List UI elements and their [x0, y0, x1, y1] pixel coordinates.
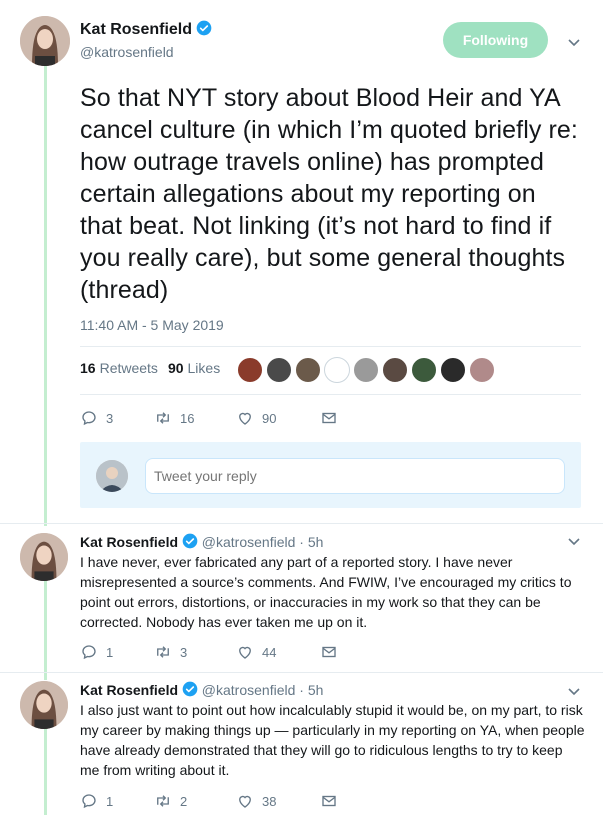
liker-avatar[interactable] [469, 357, 495, 383]
envelope-icon [322, 646, 336, 658]
retweet-count: 16 [180, 410, 195, 426]
reply-count: 3 [106, 410, 114, 426]
direct-message-action[interactable] [320, 792, 338, 810]
reply-action[interactable]: 1 [80, 643, 154, 661]
retweets-label[interactable]: Retweets [100, 360, 158, 376]
divider [0, 523, 603, 524]
reply-composer [80, 442, 581, 508]
direct-message-action[interactable] [320, 643, 338, 661]
thread-connector [44, 580, 47, 680]
liker-avatar[interactable] [324, 357, 350, 383]
verified-badge-icon [182, 533, 198, 549]
like-action[interactable]: 44 [236, 643, 320, 661]
chevron-down-icon[interactable] [566, 683, 582, 699]
tweet-text: I also just want to point out how incalc… [80, 702, 585, 778]
reply-icon [82, 645, 96, 660]
likes-count[interactable]: 90 [168, 360, 184, 376]
liker-avatar[interactable] [266, 357, 292, 383]
avatar[interactable] [20, 16, 70, 66]
likes-label[interactable]: Likes [188, 360, 221, 376]
author-name-text: Kat Rosenfield [80, 21, 193, 38]
retweets-count[interactable]: 16 [80, 360, 96, 376]
tweet-text: So that NYT story about Blood Heir and Y… [80, 84, 578, 304]
author-name[interactable]: Kat Rosenfield [80, 534, 178, 550]
liker-avatars [237, 357, 498, 383]
reply-icon [82, 411, 96, 426]
like-count: 44 [262, 644, 277, 660]
retweet-icon [157, 412, 169, 424]
author-handle[interactable]: @katrosenfield [202, 534, 296, 550]
retweet-action[interactable]: 3 [154, 643, 236, 661]
thread-connector [44, 66, 47, 526]
divider [0, 672, 603, 673]
following-button[interactable]: Following [443, 22, 548, 58]
engagement-stats: 16 Retweets 90 Likes [80, 360, 220, 376]
tweet-time[interactable]: · 5h [299, 534, 323, 550]
retweet-icon [157, 795, 169, 807]
like-count: 90 [262, 410, 277, 426]
like-action[interactable]: 90 [236, 409, 320, 427]
heart-icon [239, 795, 251, 808]
author-handle[interactable]: @katrosenfield [202, 682, 296, 698]
tweet-actions: 1 2 38 [80, 792, 338, 810]
liker-avatar[interactable] [411, 357, 437, 383]
author-name[interactable]: Kat Rosenfield [80, 20, 212, 39]
my-avatar[interactable] [96, 460, 128, 492]
avatar[interactable] [20, 681, 68, 729]
retweet-action[interactable]: 2 [154, 792, 236, 810]
like-action[interactable]: 38 [236, 792, 320, 810]
chevron-down-icon[interactable] [566, 34, 582, 50]
heart-icon [239, 412, 251, 425]
chevron-down-icon[interactable] [566, 533, 582, 549]
envelope-icon [322, 412, 336, 424]
divider [80, 346, 581, 347]
reply-action[interactable]: 3 [80, 409, 154, 427]
tweet-actions: 1 3 44 [80, 643, 338, 661]
verified-badge-icon [197, 20, 212, 36]
divider [80, 394, 581, 395]
liker-avatar[interactable] [353, 357, 379, 383]
heart-icon [239, 646, 251, 659]
tweet-header: Kat Rosenfield @katrosenfield · 5h [80, 533, 323, 550]
author-name[interactable]: Kat Rosenfield [80, 682, 178, 698]
retweet-count: 2 [180, 793, 188, 809]
verified-badge-icon [182, 681, 198, 697]
direct-message-action[interactable] [320, 409, 338, 427]
reply-input[interactable] [145, 458, 565, 494]
envelope-icon [322, 795, 336, 807]
liker-avatar[interactable] [295, 357, 321, 383]
tweet-header: Kat Rosenfield @katrosenfield · 5h [80, 681, 323, 698]
retweet-count: 3 [180, 644, 188, 660]
author-handle[interactable]: @katrosenfield [80, 44, 174, 60]
like-count: 38 [262, 793, 277, 809]
thread-connector [44, 728, 47, 815]
reply-icon [82, 794, 96, 809]
liker-avatar[interactable] [440, 357, 466, 383]
liker-avatar[interactable] [237, 357, 263, 383]
reply-action[interactable]: 1 [80, 792, 154, 810]
tweet-timestamp[interactable]: 11:40 AM - 5 May 2019 [80, 317, 224, 333]
liker-avatar[interactable] [382, 357, 408, 383]
tweet-time[interactable]: · 5h [299, 682, 323, 698]
tweet-text: I have never, ever fabricated any part o… [80, 554, 572, 630]
reply-count: 1 [106, 644, 114, 660]
avatar[interactable] [20, 533, 68, 581]
tweet-actions: 3 16 90 [80, 409, 338, 427]
retweet-icon [157, 646, 169, 658]
reply-count: 1 [106, 793, 114, 809]
retweet-action[interactable]: 16 [154, 409, 236, 427]
